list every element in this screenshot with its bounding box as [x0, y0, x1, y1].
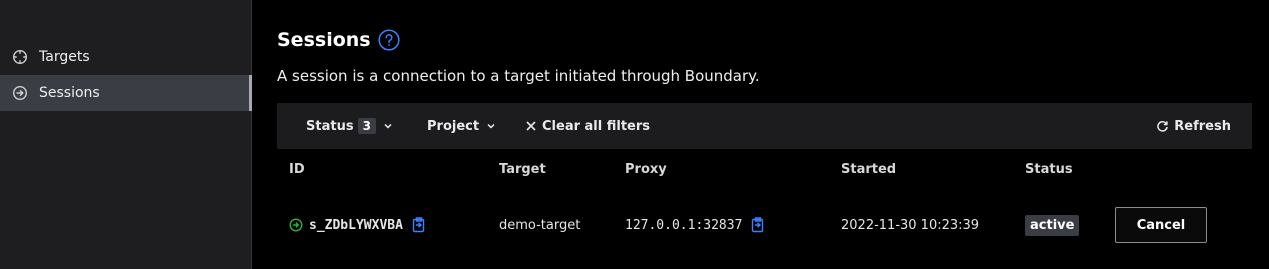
title-row: Sessions	[277, 29, 400, 51]
status-cell: active	[1025, 206, 1080, 244]
sidebar-item-sessions[interactable]: Sessions	[0, 75, 252, 111]
refresh-label: Refresh	[1174, 118, 1231, 134]
column-header-proxy: Proxy	[625, 162, 667, 177]
status-filter-dropdown[interactable]: Status 3	[306, 103, 393, 149]
proxy-address: 127.0.0.1:32837	[625, 217, 743, 233]
project-filter-label: Project	[427, 118, 480, 134]
status-filter-label: Status	[306, 118, 354, 134]
session-id-link[interactable]: s_ZDbLYWXVBA	[309, 218, 403, 233]
help-icon[interactable]	[378, 29, 400, 51]
chevron-down-icon	[383, 121, 393, 131]
main-content: Sessions A session is a connection to a …	[253, 0, 1269, 269]
active-session-icon	[289, 218, 303, 232]
filter-bar: Status 3 Project Clear all filters Refre…	[277, 103, 1252, 149]
page-title: Sessions	[277, 29, 371, 51]
column-header-id: ID	[289, 162, 305, 177]
column-header-target: Target	[499, 162, 546, 177]
target-cell: demo-target	[499, 217, 581, 233]
clear-all-filters-label: Clear all filters	[542, 118, 651, 134]
proxy-cell: 127.0.0.1:32837	[625, 206, 765, 244]
sidebar-item-label: Targets	[39, 49, 90, 65]
sidebar-item-label: Sessions	[39, 85, 100, 101]
page-description: A session is a connection to a target in…	[277, 67, 760, 85]
copy-icon[interactable]	[751, 217, 765, 233]
cancel-button[interactable]: Cancel	[1115, 207, 1207, 243]
close-icon	[525, 120, 537, 132]
sidebar: Targets Sessions	[0, 0, 252, 269]
status-badge: active	[1025, 214, 1080, 236]
sidebar-item-targets[interactable]: Targets	[0, 39, 252, 75]
table-row: s_ZDbLYWXVBA demo-target 127.0.0.1:32837…	[277, 206, 1269, 244]
sign-in-icon	[12, 85, 28, 101]
project-filter-dropdown[interactable]: Project	[427, 103, 496, 149]
session-id-cell: s_ZDbLYWXVBA	[289, 206, 426, 244]
status-filter-count: 3	[357, 118, 376, 134]
refresh-button[interactable]: Refresh	[1156, 103, 1231, 149]
clear-all-filters-button[interactable]: Clear all filters	[525, 103, 650, 149]
column-header-status: Status	[1025, 162, 1073, 177]
column-header-started: Started	[841, 162, 897, 177]
chevron-down-icon	[486, 121, 496, 131]
refresh-icon	[1156, 120, 1169, 133]
copy-icon[interactable]	[412, 217, 426, 233]
crosshair-icon	[12, 49, 28, 65]
started-cell: 2022-11-30 10:23:39	[841, 217, 980, 233]
